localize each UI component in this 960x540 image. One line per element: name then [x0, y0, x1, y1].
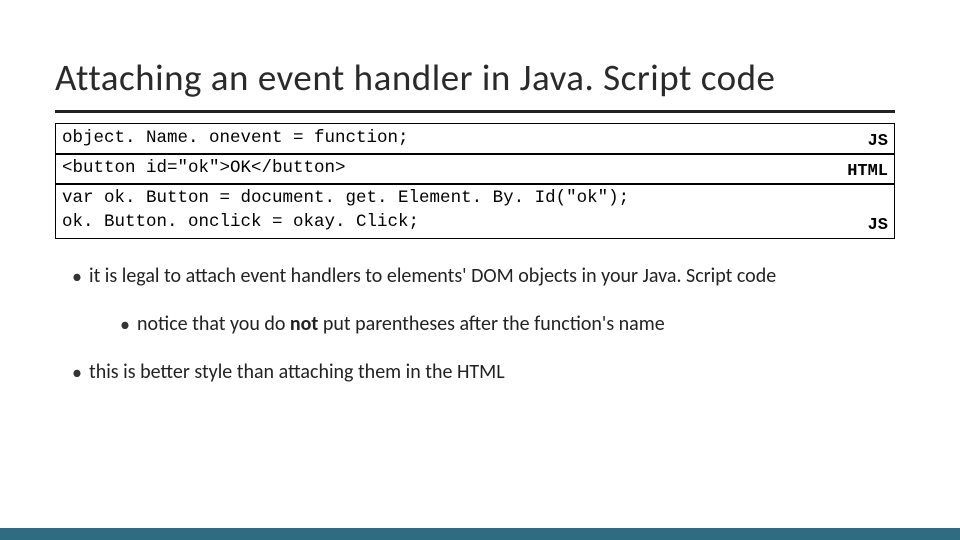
bullet-item: • this is better style than attaching th…	[65, 359, 905, 387]
lang-tag: HTML	[847, 162, 888, 181]
code-line: <button id="ok">OK</button>	[56, 154, 894, 184]
bullet-pre: notice that you do	[137, 312, 290, 336]
slide-footer-bar	[0, 528, 960, 540]
code-line: var ok. Button = document. get. Element.…	[56, 184, 894, 237]
bullet-item: • it is legal to attach event handlers t…	[65, 263, 905, 291]
slide-title: Attaching an event handler in Java. Scri…	[55, 55, 905, 100]
code-line: object. Name. onevent = function;	[56, 124, 894, 154]
bullet-dot-icon: •	[113, 311, 137, 339]
bullet-dot-icon: •	[65, 359, 89, 387]
bullet-post: put parentheses after the function's nam…	[318, 312, 664, 336]
code-block-1: object. Name. onevent = function; JS	[55, 123, 895, 155]
lang-tag: JS	[868, 216, 888, 235]
bullet-text: notice that you do not put parentheses a…	[137, 311, 665, 339]
bullet-dot-icon: •	[65, 263, 89, 291]
code-block-3: var ok. Button = document. get. Element.…	[55, 183, 895, 238]
bullet-list: • it is legal to attach event handlers t…	[55, 263, 905, 387]
bullet-text: this is better style than attaching them…	[89, 359, 505, 387]
bullet-bold: not	[290, 312, 318, 336]
bullet-text: it is legal to attach event handlers to …	[89, 263, 776, 291]
bullet-item-sub: • notice that you do not put parentheses…	[113, 311, 905, 339]
lang-tag: JS	[868, 132, 888, 151]
code-block-2: <button id="ok">OK</button> HTML	[55, 153, 895, 185]
title-divider	[55, 110, 895, 113]
